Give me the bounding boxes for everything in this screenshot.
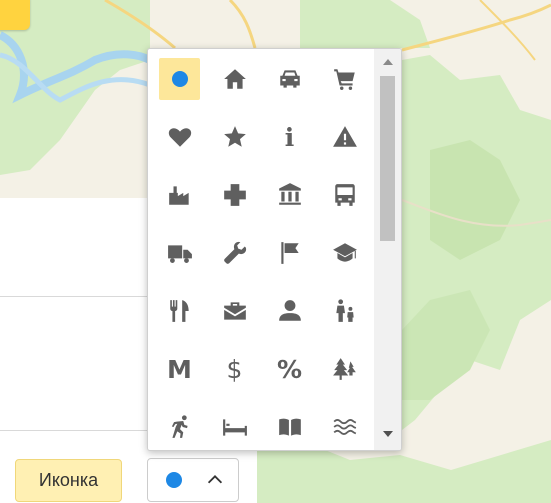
icon-select-toggle[interactable] [147,458,239,502]
icon-option-family[interactable] [324,290,365,332]
blue-dot-icon [171,71,188,87]
family-icon [335,299,354,322]
percent-icon: % [276,354,303,384]
side-panel [0,198,150,503]
dropdown-scrollbar[interactable] [374,49,401,450]
flag-icon [280,242,299,264]
icon-option-home[interactable] [214,58,255,100]
icon-picker-dropdown: i M $ % [147,48,402,451]
icon-option-warning[interactable] [324,116,365,158]
panel-divider [0,296,150,297]
icon-option-metro[interactable]: M [159,348,200,390]
scrollbar-thumb[interactable] [380,76,395,241]
icon-option-bed[interactable] [214,406,255,448]
icon-option-heart[interactable] [159,116,200,158]
warning-icon [332,126,357,147]
car-icon [279,70,300,88]
panel-divider [0,430,150,431]
icon-option-factory[interactable] [159,174,200,216]
icon-option-percent[interactable]: % [269,348,310,390]
blue-dot-icon [166,472,182,488]
home-icon [223,69,246,89]
icon-option-museum[interactable] [269,174,310,216]
icon-option-medical[interactable] [214,174,255,216]
icon-option-running[interactable] [159,406,200,448]
medical-cross-icon [223,184,246,206]
forest-icon [332,358,356,380]
heart-icon [168,128,191,147]
scroll-down-arrow-icon[interactable] [383,431,393,437]
icon-option-car[interactable] [269,58,310,100]
scroll-up-arrow-icon[interactable] [383,59,393,65]
icon-option-restaurant[interactable] [159,290,200,332]
icon-option-cart[interactable] [324,58,365,100]
dollar-icon: $ [226,354,243,384]
icon-option-bus[interactable] [324,174,365,216]
icon-button[interactable]: Иконка [15,459,122,502]
chevron-up-icon [207,475,223,484]
graduation-cap-icon [332,243,357,262]
icon-option-truck[interactable] [159,232,200,274]
briefcase-icon [223,302,246,320]
icon-option-flag[interactable] [269,232,310,274]
truck-icon [167,245,192,263]
icon-option-forest[interactable] [324,348,365,390]
waves-icon [333,419,356,435]
icon-option-person[interactable] [269,290,310,332]
restaurant-icon [169,300,189,322]
icon-option-wrench[interactable] [214,232,255,274]
icon-option-briefcase[interactable] [214,290,255,332]
cart-icon [333,69,355,90]
book-icon [278,418,301,436]
icon-option-star[interactable] [214,116,255,158]
icon-option-blue-dot[interactable] [159,58,200,100]
star-icon [223,126,246,147]
metro-icon: M [167,354,192,384]
icon-option-waves[interactable] [324,406,365,448]
bus-icon [334,184,355,206]
icon-grid: i M $ % [159,58,379,450]
icon-option-info[interactable]: i [269,116,310,158]
running-icon [171,415,188,438]
factory-icon [168,186,189,205]
museum-icon [278,183,301,205]
map-control-tab[interactable] [0,0,30,30]
bed-icon [222,419,247,436]
icon-option-book[interactable] [269,406,310,448]
info-icon: i [284,122,295,152]
icon-option-dollar[interactable]: $ [214,348,255,390]
icon-option-graduation[interactable] [324,232,365,274]
wrench-icon [223,241,246,264]
person-icon [278,300,301,321]
